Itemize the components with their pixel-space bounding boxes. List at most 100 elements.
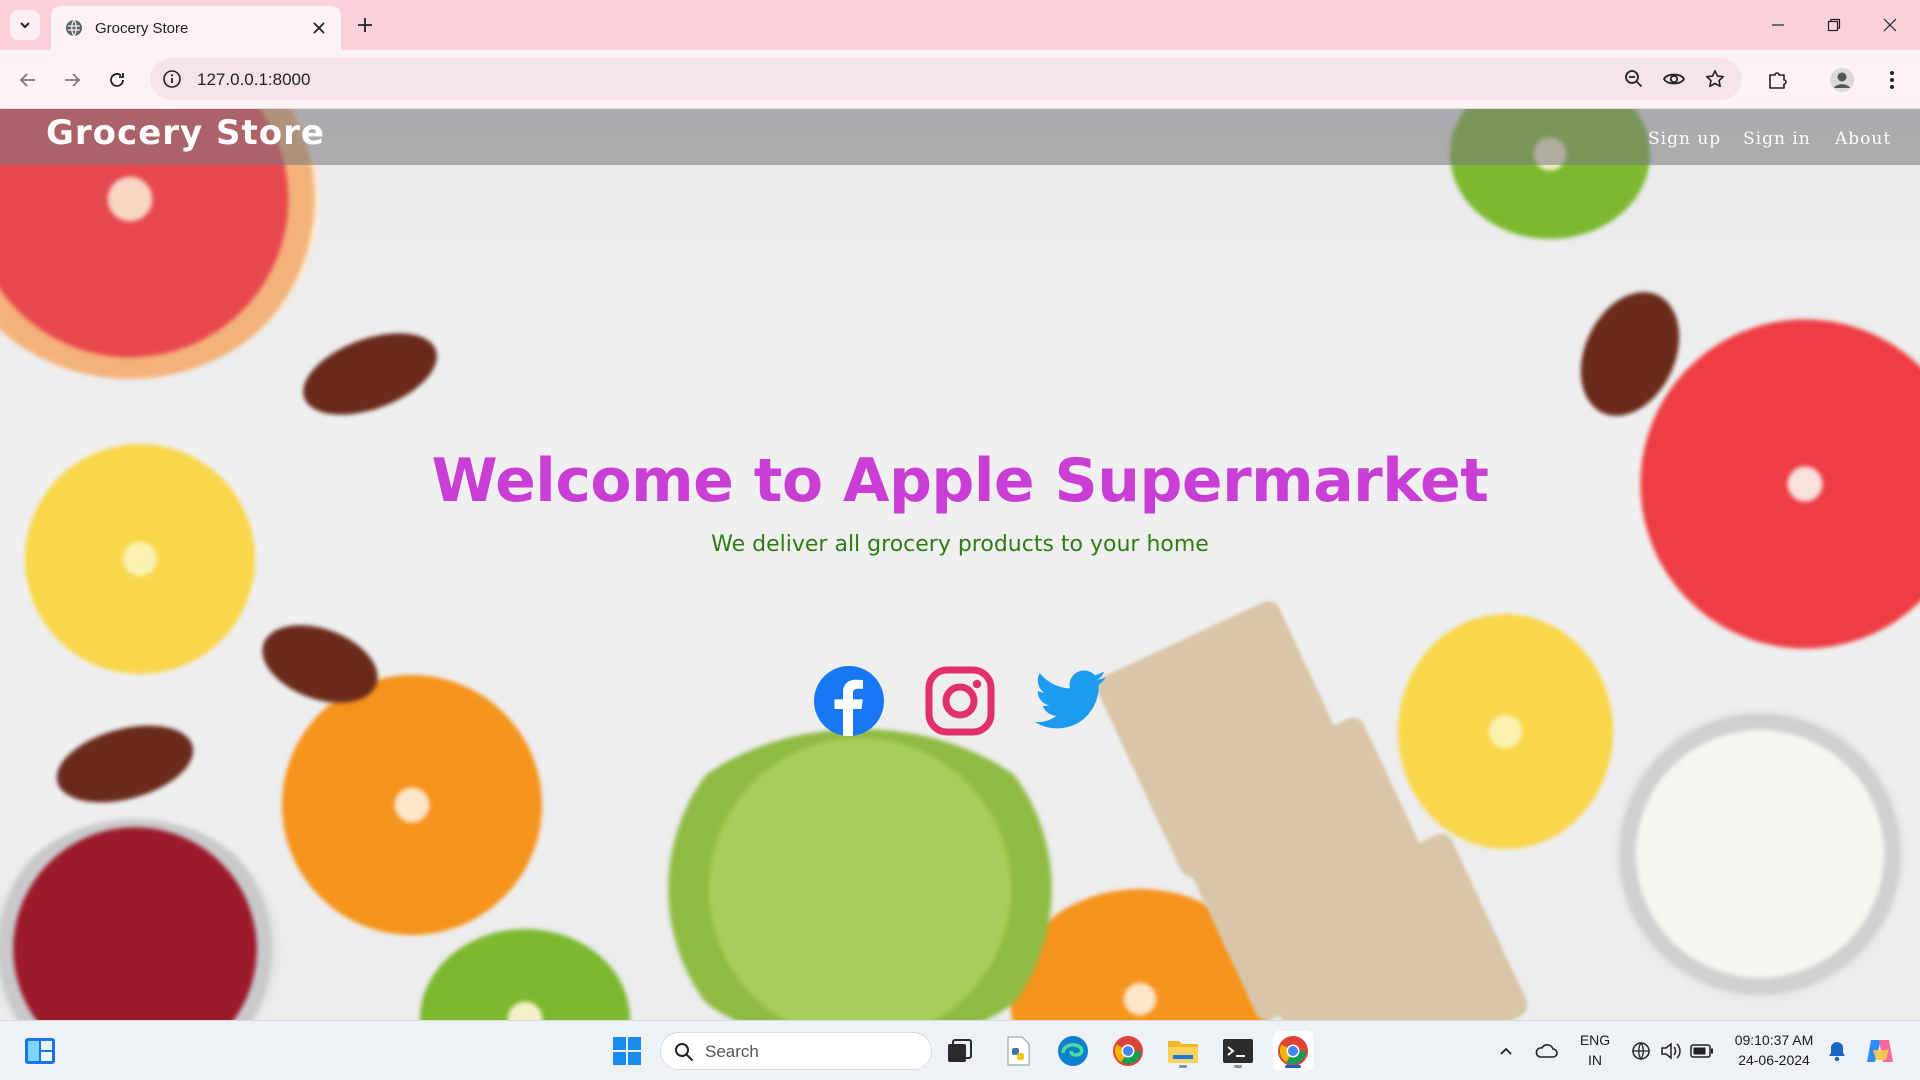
battery-icon xyxy=(1690,1044,1713,1058)
arrow-right-icon xyxy=(65,73,81,87)
bookmark-button[interactable] xyxy=(1703,67,1727,91)
hero-title: Welcome to Apple Supermarket xyxy=(431,446,1489,516)
bell-icon xyxy=(1829,1042,1845,1062)
close-icon[interactable] xyxy=(311,20,327,36)
windows-start-icon xyxy=(613,1037,641,1065)
language-code: ENG xyxy=(1579,1032,1611,1048)
chrome-icon xyxy=(1278,1036,1308,1066)
task-view-button[interactable] xyxy=(940,1031,980,1071)
instagram-icon xyxy=(925,666,995,736)
nav-sign-in-link[interactable]: Sign in xyxy=(1743,129,1811,149)
url-text[interactable]: 127.0.0.1:8000 xyxy=(197,70,310,90)
new-tab-button[interactable] xyxy=(352,12,378,38)
language-indicator[interactable]: ENG IN xyxy=(1575,1030,1615,1072)
beans-decoration xyxy=(0,819,280,1020)
copilot-button[interactable] xyxy=(1860,1031,1900,1071)
browser-menu-button[interactable] xyxy=(1876,64,1908,96)
kiwi-decoration xyxy=(420,929,630,1020)
site-info-button[interactable] xyxy=(160,67,184,91)
globe-icon xyxy=(66,19,82,37)
close-icon xyxy=(1883,18,1897,32)
tray-overflow-button[interactable] xyxy=(1486,1031,1526,1071)
browser-tabstrip: Grocery Store xyxy=(0,0,1920,50)
taskbar-search[interactable]: Search xyxy=(660,1032,932,1070)
info-icon xyxy=(163,70,181,88)
avatar-icon xyxy=(1830,68,1854,92)
clock-button[interactable]: 09:10:37 AM 24-06-2024 xyxy=(1725,1030,1823,1072)
forward-button[interactable] xyxy=(56,64,88,96)
terminal-icon xyxy=(1223,1039,1253,1063)
globe-icon xyxy=(1632,1042,1650,1060)
start-button[interactable] xyxy=(607,1031,647,1071)
twitter-link[interactable] xyxy=(1035,665,1107,737)
twitter-icon xyxy=(1035,670,1106,729)
date-decoration xyxy=(292,317,448,431)
minimize-icon xyxy=(1772,24,1784,26)
nav-sign-up-link[interactable]: Sign up xyxy=(1648,129,1721,149)
reload-button[interactable] xyxy=(101,64,133,96)
lens-button[interactable] xyxy=(1662,67,1686,91)
arrow-left-icon xyxy=(19,73,35,87)
browser-tab[interactable]: Grocery Store xyxy=(51,6,341,50)
tray-battery-button[interactable] xyxy=(1682,1031,1722,1071)
edge-icon xyxy=(1058,1036,1088,1066)
taskbar-search-placeholder: Search xyxy=(705,1042,759,1061)
instagram-link[interactable] xyxy=(924,665,996,737)
language-region: IN xyxy=(1588,1052,1602,1068)
taskbar-app-chrome[interactable] xyxy=(1108,1031,1148,1071)
tab-search-button[interactable] xyxy=(10,10,40,40)
folder-icon xyxy=(1168,1041,1198,1063)
orange-decoration xyxy=(282,675,542,935)
cloud-sync-icon xyxy=(1535,1044,1558,1058)
facebook-link[interactable] xyxy=(813,665,885,737)
close-window-button[interactable] xyxy=(1862,0,1918,50)
notifications-button[interactable] xyxy=(1817,1031,1857,1071)
copilot-icon xyxy=(1867,1040,1893,1062)
plus-icon xyxy=(358,18,372,32)
lemon-decoration xyxy=(1398,614,1613,849)
reload-icon xyxy=(110,73,124,87)
back-button[interactable] xyxy=(12,64,44,96)
site-brand[interactable]: Grocery Store xyxy=(46,113,325,153)
taskbar-app-edge[interactable] xyxy=(1053,1031,1093,1071)
zoom-out-icon xyxy=(1625,70,1643,88)
tab-title: Grocery Store xyxy=(95,19,189,37)
tray-onedrive-button[interactable] xyxy=(1526,1031,1566,1071)
date-decoration xyxy=(48,712,202,816)
extensions-button[interactable] xyxy=(1762,64,1794,96)
star-icon xyxy=(1705,70,1725,88)
restore-button[interactable] xyxy=(1806,0,1862,50)
profile-button[interactable] xyxy=(1826,64,1858,96)
taskbar-app-file-explorer[interactable] xyxy=(1163,1031,1203,1071)
taskbar-app-chrome-active[interactable] xyxy=(1273,1031,1313,1071)
widgets-icon xyxy=(25,1038,55,1064)
speaker-icon xyxy=(1661,1042,1681,1060)
nav-about-link[interactable]: About xyxy=(1835,129,1891,149)
site-navbar: Grocery Store Sign up Sign in About xyxy=(0,109,1920,165)
zoom-button[interactable] xyxy=(1622,67,1646,91)
taskbar: Search ENG IN 09:10:37 AM 24-06-2024 xyxy=(0,1020,1920,1080)
chevron-down-icon xyxy=(20,22,30,29)
clock-date: 24-06-2024 xyxy=(1738,1052,1810,1068)
page-viewport: Grocery Store Sign up Sign in About Welc… xyxy=(0,109,1920,1020)
chrome-icon xyxy=(1113,1036,1143,1066)
search-icon xyxy=(675,1043,694,1062)
rice-decoration xyxy=(1615,709,1905,999)
taskbar-app-python[interactable] xyxy=(998,1031,1038,1071)
task-view-icon xyxy=(948,1039,972,1062)
taskbar-app-terminal[interactable] xyxy=(1218,1031,1258,1071)
python-file-icon xyxy=(1007,1036,1030,1066)
address-bar[interactable]: 127.0.0.1:8000 xyxy=(150,58,1742,100)
widgets-button[interactable] xyxy=(20,1031,60,1071)
facebook-icon xyxy=(814,666,884,736)
restore-icon xyxy=(1827,18,1841,32)
grapes-decoration xyxy=(640,729,1080,1020)
clock-time: 09:10:37 AM xyxy=(1734,1032,1814,1048)
eye-icon xyxy=(1663,73,1685,85)
open-indicator xyxy=(1234,1065,1242,1068)
kebab-menu-icon xyxy=(1890,71,1894,89)
browser-toolbar: 127.0.0.1:8000 xyxy=(0,50,1920,109)
hero-subtitle: We deliver all grocery products to your … xyxy=(711,532,1209,557)
minimize-button[interactable] xyxy=(1750,0,1806,50)
puzzle-icon xyxy=(1769,72,1787,89)
